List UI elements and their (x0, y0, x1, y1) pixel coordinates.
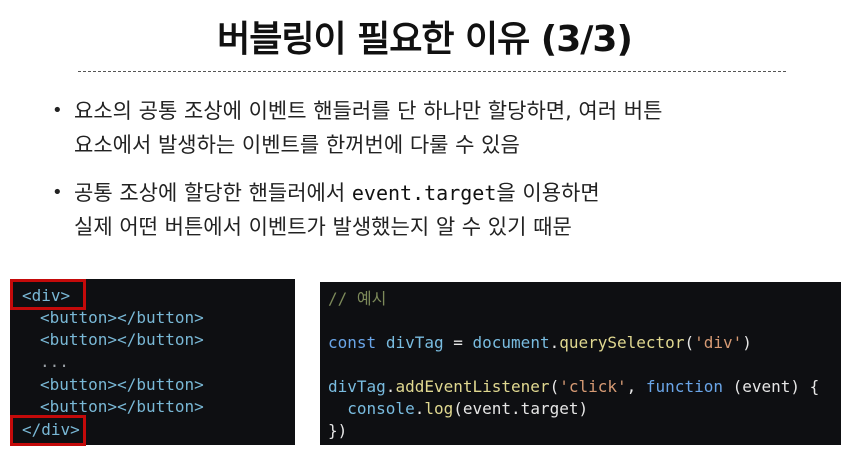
code-string: 'click' (559, 377, 627, 396)
bullet-text: 공통 조상에 할당한 핸들러에서 (74, 181, 352, 205)
bullet-marker: • (52, 182, 63, 203)
bullet-text-line: 실제 어떤 버튼에서 이벤트가 발생했는지 알 수 있기 때문 (74, 215, 572, 239)
code-line-button: <button></button> (40, 308, 204, 327)
bullet-list: • 요소의 공통 조상에 이벤트 핸들러를 단 하나만 할당하면, 여러 버튼 … (48, 94, 808, 258)
code-object: divTag (328, 377, 386, 396)
code-string: 'div' (694, 333, 743, 352)
code-paren: ( (549, 377, 560, 396)
code-line-ellipsis: ... (40, 352, 69, 371)
code-comment: // 예시 (328, 289, 387, 308)
code-line-queryselector: const divTag = document.querySelector('d… (328, 332, 752, 355)
code-dot: . (414, 399, 425, 418)
bullet-text-line: 공통 조상에 할당한 핸들러에서 event.target을 이용하면 (74, 176, 808, 210)
code-line-close: }) (328, 421, 348, 440)
bullet-marker: • (52, 100, 63, 121)
code-object: document (472, 333, 550, 352)
slide-title: 버블링이 필요한 이유 (3/3) (217, 19, 633, 60)
code-line-button: <button></button> (40, 330, 204, 349)
bullet-text: 을 이용하면 (496, 181, 600, 205)
bullet-item: • 공통 조상에 할당한 핸들러에서 event.target을 이용하면 실제… (48, 176, 808, 244)
bullet-text-line: 요소의 공통 조상에 이벤트 핸들러를 단 하나만 할당하면, 여러 버튼 (74, 99, 663, 123)
code-method: log (424, 399, 454, 418)
code-dot: . (549, 333, 560, 352)
highlight-box-open-div (10, 279, 86, 310)
code-dot: . (385, 377, 396, 396)
title-divider (78, 71, 786, 72)
code-args: (event.target) (453, 399, 589, 418)
code-paren: ( (684, 333, 695, 352)
code-operator: = (443, 333, 473, 352)
bullet-text-line: 요소에서 발생하는 이벤트를 한꺼번에 다룰 수 있음 (74, 133, 520, 157)
code-keyword: function (645, 377, 723, 396)
code-variable: divTag (385, 333, 444, 352)
code-line-addeventlistener: divTag.addEventListener('click', functio… (328, 376, 819, 399)
code-line-console-log: console.log(event.target) (328, 398, 588, 421)
code-paren: ) (742, 333, 752, 352)
inline-code: event.target (351, 181, 497, 205)
code-line-button: <button></button> (40, 375, 204, 394)
bullet-item: • 요소의 공통 조상에 이벤트 핸들러를 단 하나만 할당하면, 여러 버튼 … (48, 94, 808, 162)
code-keyword: const (328, 333, 377, 352)
code-method: addEventListener (395, 377, 550, 396)
code-object: console (347, 399, 415, 418)
code-params: (event) { (722, 377, 820, 396)
js-code-block: // 예시 const divTag = document.querySelec… (320, 282, 841, 445)
code-method: querySelector (559, 333, 685, 352)
code-comma: , (626, 377, 646, 396)
highlight-box-close-div (10, 415, 86, 446)
